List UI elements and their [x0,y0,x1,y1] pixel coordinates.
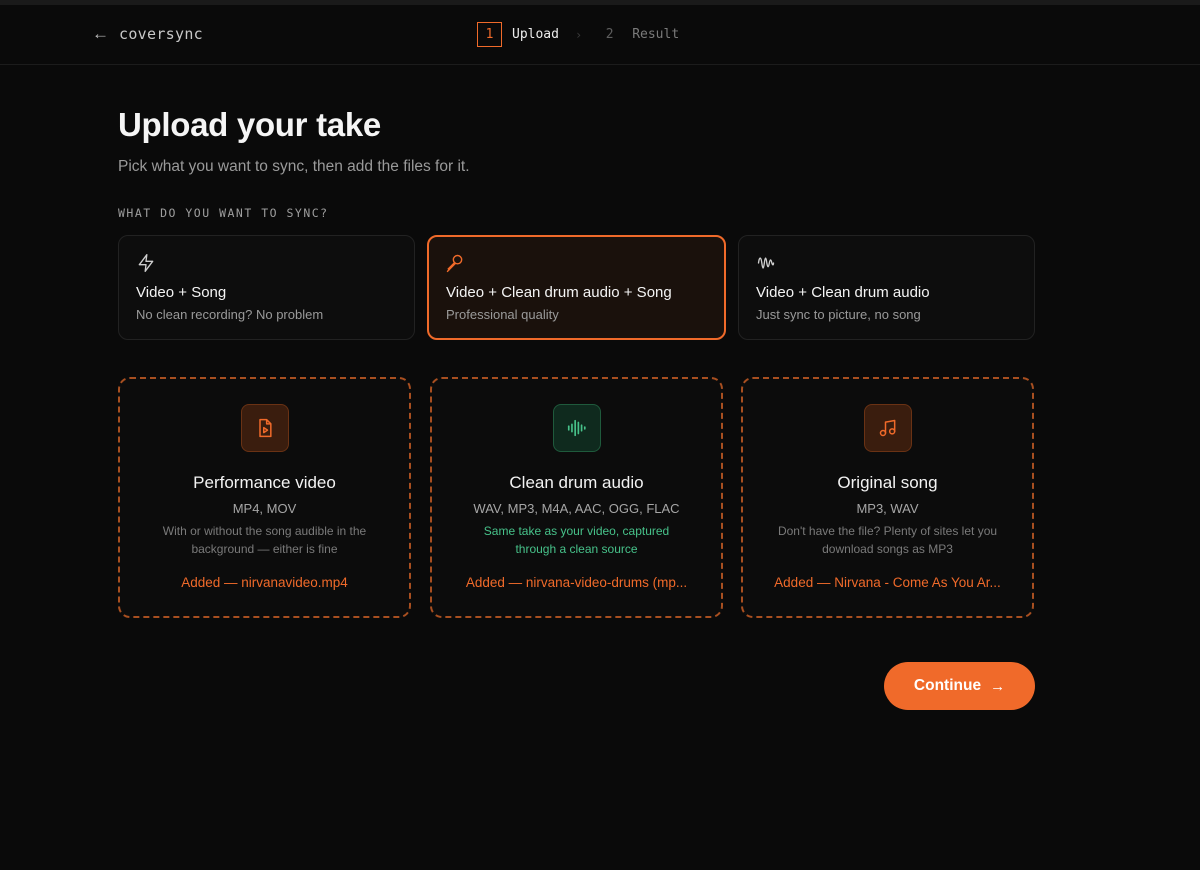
brand-name: coversync [119,25,203,43]
page-subtitle: Pick what you want to sync, then add the… [118,158,470,175]
upload-formats: WAV, MP3, M4A, AAC, OGG, FLAC [473,501,680,516]
mode-description: Just sync to picture, no song [756,307,921,322]
upload-title: Original song [837,473,938,492]
upload-title: Clean drum audio [509,473,644,492]
upload-status: Added — Nirvana - Come As You Ar... [774,575,1001,590]
app-header: ← coversync 1 Upload › 2 Result [0,5,1200,65]
step-2-number: 2 [605,27,614,42]
audio-waveform-icon [552,404,601,452]
video-file-icon [240,404,289,452]
upload-dropzone-song[interactable]: Original song MP3, WAV Don't have the fi… [741,377,1034,618]
upload-title: Performance video [193,473,336,492]
upload-dropzone-video[interactable]: Performance video MP4, MOV With or witho… [118,377,411,618]
step-1-label: Upload [512,27,559,42]
mode-description: Professional quality [446,307,559,322]
mode-description: No clean recording? No problem [136,307,324,322]
mode-title: Video + Clean drum audio + Song [446,284,672,301]
upload-status: Added — nirvana-video-drums (mp... [465,575,688,590]
mode-card-video-drums-song[interactable]: Video + Clean drum audio + Song Professi… [427,235,726,340]
mode-card-video-song[interactable]: Video + Song No clean recording? No prob… [118,235,415,340]
upload-note: Same take as your video, captured throug… [483,524,670,556]
back-link[interactable]: ← coversync [92,24,203,44]
upload-formats: MP4, MOV [232,501,297,516]
upload-note: With or without the song audible in the … [162,524,367,556]
mode-title: Video + Clean drum audio [756,284,930,301]
mode-title: Video + Song [136,284,227,301]
waveform-icon [757,257,775,269]
lightning-icon [138,254,154,272]
stepper: 1 Upload › 2 Result [477,22,679,47]
music-note-icon [863,404,912,452]
arrow-right-icon: → [990,677,1006,695]
chevron-right-icon: › [574,27,583,42]
step-1-number: 1 [477,22,502,47]
upload-dropzone-drums[interactable]: Clean drum audio WAV, MP3, M4A, AAC, OGG… [430,377,723,618]
step-2-label: Result [632,27,680,42]
upload-note: Don't have the file? Plenty of sites let… [777,524,998,556]
continue-label: Continue [913,677,982,694]
page-title: Upload your take [118,106,381,143]
arrow-left-icon: ← [92,24,109,43]
continue-button[interactable]: Continue → [884,662,1035,710]
upload-formats: MP3, WAV [856,501,919,516]
microphone-icon [446,254,463,273]
sync-section-label: WHAT DO YOU WANT TO SYNC? [118,206,329,220]
upload-status: Added — nirvanavideo.mp4 [181,575,348,590]
mode-card-video-drums[interactable]: Video + Clean drum audio Just sync to pi… [738,235,1035,340]
